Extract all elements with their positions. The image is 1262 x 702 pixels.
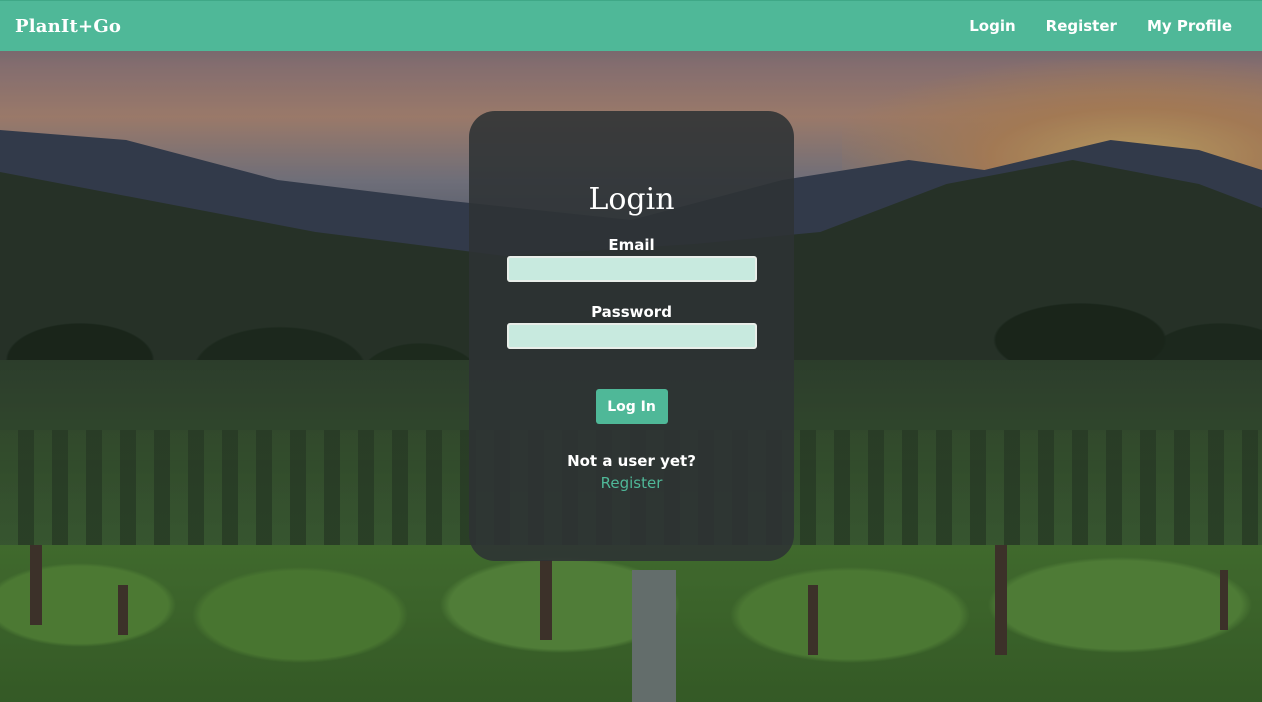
email-label: Email bbox=[608, 236, 655, 254]
not-a-user-prompt: Not a user yet? bbox=[567, 452, 696, 470]
top-navbar: PlanIt+Go Login Register My Profile bbox=[0, 0, 1262, 51]
nav-login-link[interactable]: Login bbox=[969, 17, 1015, 35]
nav-links: Login Register My Profile bbox=[969, 17, 1247, 35]
nav-my-profile-link[interactable]: My Profile bbox=[1147, 17, 1232, 35]
nav-register-link[interactable]: Register bbox=[1046, 17, 1117, 35]
brand-logo[interactable]: PlanIt+Go bbox=[15, 16, 121, 37]
email-field[interactable] bbox=[506, 256, 757, 282]
login-title: Login bbox=[588, 182, 675, 217]
password-field[interactable] bbox=[506, 323, 757, 349]
password-label: Password bbox=[591, 303, 672, 321]
login-card: Login Email Password Log In Not a user y… bbox=[469, 111, 794, 561]
register-link[interactable]: Register bbox=[601, 474, 663, 492]
log-in-button[interactable]: Log In bbox=[595, 389, 668, 424]
